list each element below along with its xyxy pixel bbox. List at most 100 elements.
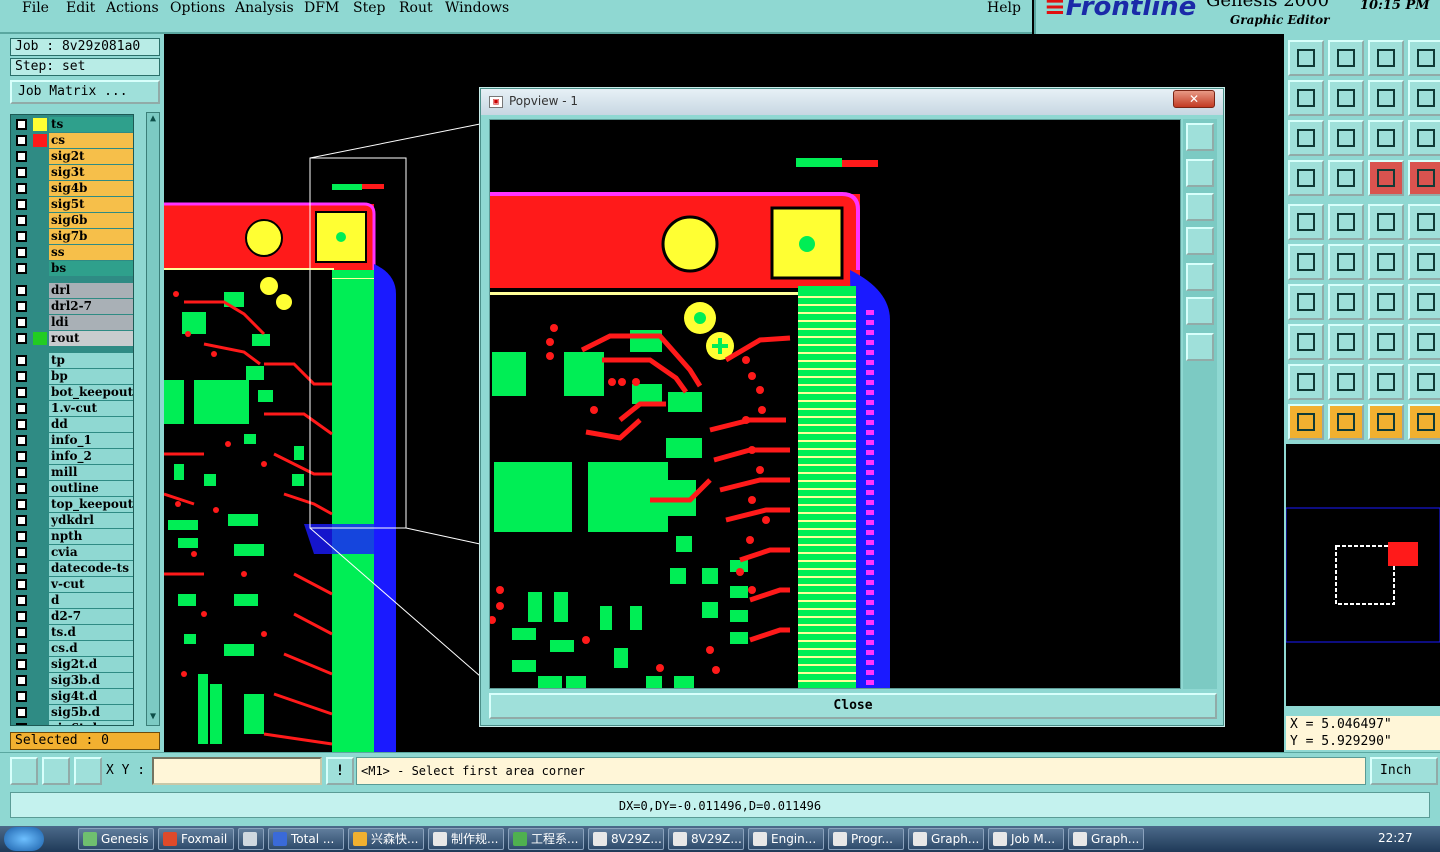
layer-name[interactable]: ydkdrl bbox=[49, 513, 133, 528]
layer-color-swatch[interactable] bbox=[33, 332, 47, 345]
layer-color-swatch[interactable] bbox=[33, 674, 47, 687]
layer-color-swatch[interactable] bbox=[33, 498, 47, 511]
layer-name[interactable]: sig3b.d bbox=[49, 673, 133, 688]
layer-checkbox[interactable] bbox=[16, 499, 27, 510]
layer-name[interactable]: rout bbox=[49, 331, 133, 346]
layer-color-swatch[interactable] bbox=[33, 418, 47, 431]
pad-add-icon[interactable] bbox=[1288, 324, 1324, 360]
feature-select-icon[interactable] bbox=[1288, 204, 1324, 240]
scroll-down-icon[interactable]: ▼ bbox=[147, 711, 159, 723]
layer-row-sig3b.d[interactable]: sig3b.d bbox=[13, 673, 133, 688]
pan-up-icon[interactable] bbox=[1186, 159, 1214, 187]
layer-row-top_keepout[interactable]: top_keepout bbox=[13, 497, 133, 512]
layer-name[interactable]: sig2t bbox=[49, 149, 133, 164]
layer-checkbox[interactable] bbox=[16, 317, 27, 328]
layer-color-swatch[interactable] bbox=[33, 402, 47, 415]
prev-view-icon[interactable] bbox=[1288, 80, 1324, 116]
layer-row-ydkdrl[interactable]: ydkdrl bbox=[13, 513, 133, 528]
layer-checkbox[interactable] bbox=[16, 285, 27, 296]
layer-color-swatch[interactable] bbox=[33, 658, 47, 671]
taskbar-item[interactable]: 制作规... bbox=[428, 828, 504, 850]
menu-windows[interactable]: Windows bbox=[445, 0, 509, 16]
minus-icon[interactable] bbox=[1328, 324, 1364, 360]
layer-name[interactable]: datecode-ts bbox=[49, 561, 133, 576]
layer-name[interactable]: d bbox=[49, 593, 133, 608]
layer-checkbox[interactable] bbox=[16, 247, 27, 258]
layer-name[interactable]: sig4b bbox=[49, 181, 133, 196]
menu-dfm[interactable]: DFM bbox=[304, 0, 339, 16]
layer-row-outline[interactable]: outline bbox=[13, 481, 133, 496]
layer-checkbox[interactable] bbox=[16, 659, 27, 670]
taskbar-item[interactable]: 8V29Z... bbox=[668, 828, 744, 850]
layer-color-swatch[interactable] bbox=[33, 562, 47, 575]
layer-name[interactable]: bs bbox=[49, 261, 133, 276]
layer-row-datecode-ts[interactable]: datecode-ts bbox=[13, 561, 133, 576]
triangle-d-icon[interactable] bbox=[1408, 364, 1440, 400]
layer-checkbox[interactable] bbox=[16, 371, 27, 382]
layer-name[interactable]: mill bbox=[49, 465, 133, 480]
layer-color-swatch[interactable] bbox=[33, 722, 47, 725]
menu-options[interactable]: Options bbox=[170, 0, 225, 16]
close-icon[interactable]: ✕ bbox=[1173, 90, 1215, 108]
layer-color-swatch[interactable] bbox=[33, 214, 47, 227]
layer-row-drl[interactable]: drl bbox=[13, 283, 133, 298]
triangle-c-icon[interactable] bbox=[1368, 364, 1404, 400]
delete-icon[interactable] bbox=[1328, 244, 1364, 280]
layer-checkbox[interactable] bbox=[16, 531, 27, 542]
layer-checkbox[interactable] bbox=[16, 333, 27, 344]
snap-settings-icon[interactable] bbox=[1288, 160, 1324, 196]
layer-checkbox[interactable] bbox=[16, 403, 27, 414]
layer-checkbox[interactable] bbox=[16, 199, 27, 210]
layer-checkbox[interactable] bbox=[16, 579, 27, 590]
layer-color-swatch[interactable] bbox=[33, 262, 47, 275]
pan-left-icon[interactable] bbox=[1186, 227, 1214, 255]
layer-color-swatch[interactable] bbox=[33, 482, 47, 495]
layer-row-v-cut[interactable]: v-cut bbox=[13, 577, 133, 592]
layer-color-swatch[interactable] bbox=[33, 690, 47, 703]
layer-row-dd[interactable]: dd bbox=[13, 417, 133, 432]
layer-color-swatch[interactable] bbox=[33, 546, 47, 559]
pointer-icon[interactable] bbox=[1288, 404, 1324, 440]
menu-actions[interactable]: Actions bbox=[106, 0, 159, 16]
shape-icon[interactable] bbox=[1408, 324, 1440, 360]
scale-1-2-icon[interactable] bbox=[1368, 120, 1404, 156]
layer-name[interactable]: cvia bbox=[49, 545, 133, 560]
layer-name[interactable]: sig6t.d bbox=[49, 721, 133, 725]
layer-color-swatch[interactable] bbox=[33, 370, 47, 383]
layer-color-swatch[interactable] bbox=[33, 230, 47, 243]
layer-name[interactable]: sig4t.d bbox=[49, 689, 133, 704]
layer-color-swatch[interactable] bbox=[33, 386, 47, 399]
snap-icon[interactable] bbox=[10, 757, 38, 785]
layer-row-sig5b.d[interactable]: sig5b.d bbox=[13, 705, 133, 720]
grid-toggle-icon[interactable] bbox=[1328, 160, 1364, 196]
layer-checkbox[interactable] bbox=[16, 483, 27, 494]
layer-color-swatch[interactable] bbox=[33, 118, 47, 131]
taskbar-item[interactable]: Graph... bbox=[908, 828, 984, 850]
start-button[interactable] bbox=[4, 827, 44, 851]
overview-map[interactable] bbox=[1285, 444, 1440, 706]
layer-color-swatch[interactable] bbox=[33, 450, 47, 463]
layer-color-swatch[interactable] bbox=[33, 466, 47, 479]
layer-name[interactable]: sig6b bbox=[49, 213, 133, 228]
job-matrix-button[interactable]: Job Matrix ... bbox=[10, 80, 160, 104]
connect-icon[interactable] bbox=[1368, 244, 1404, 280]
next-view-icon[interactable] bbox=[1328, 80, 1364, 116]
layer-name[interactable]: top_keepout bbox=[49, 497, 133, 512]
layer-name[interactable]: dd bbox=[49, 417, 133, 432]
layer-color-swatch[interactable] bbox=[33, 354, 47, 367]
layer-checkbox[interactable] bbox=[16, 231, 27, 242]
text-tool-icon[interactable] bbox=[1408, 284, 1440, 320]
layer-color-swatch[interactable] bbox=[33, 182, 47, 195]
layer-color-swatch[interactable] bbox=[33, 300, 47, 313]
layer-checkbox[interactable] bbox=[16, 643, 27, 654]
layer-name[interactable]: sig5t bbox=[49, 197, 133, 212]
layer-checkbox[interactable] bbox=[16, 547, 27, 558]
layer-color-swatch[interactable] bbox=[33, 434, 47, 447]
layer-checkbox[interactable] bbox=[16, 723, 27, 725]
layer-row-ts[interactable]: ts bbox=[13, 117, 133, 132]
taskbar-item[interactable]: Graph... bbox=[1068, 828, 1144, 850]
triangle-b-icon[interactable] bbox=[1328, 364, 1364, 400]
layer-color-swatch[interactable] bbox=[33, 134, 47, 147]
layer-row-sig2t.d[interactable]: sig2t.d bbox=[13, 657, 133, 672]
layer-name[interactable]: ts bbox=[49, 117, 133, 132]
